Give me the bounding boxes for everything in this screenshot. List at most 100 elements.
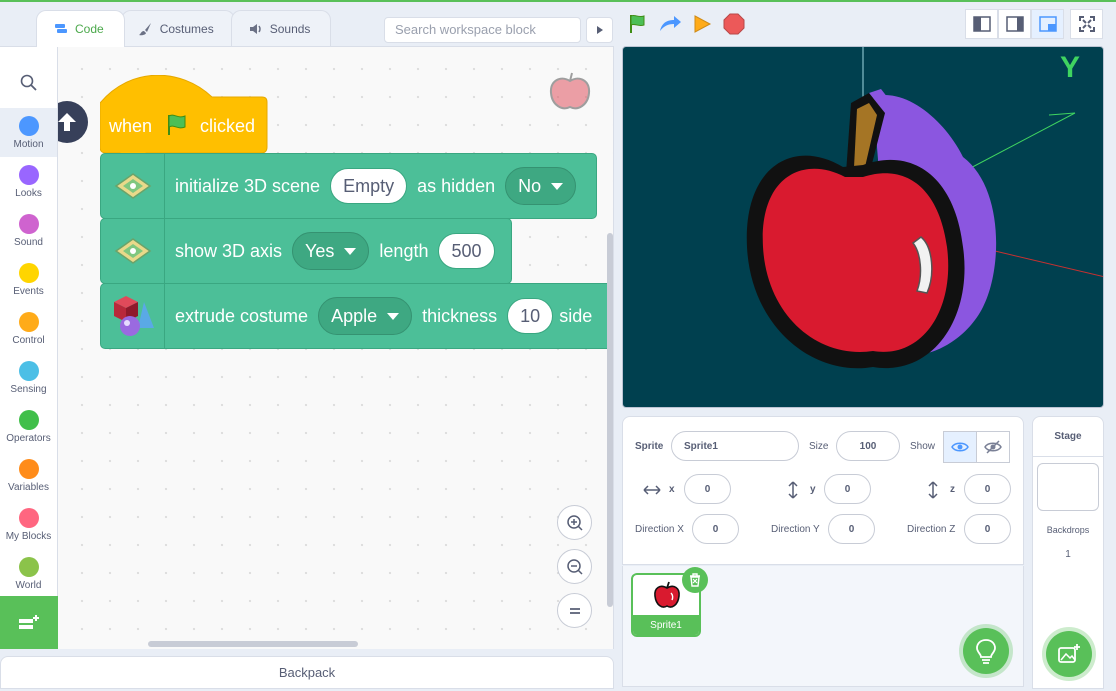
search-go-button[interactable]: [586, 17, 613, 43]
small-stage-icon: [972, 16, 991, 32]
scene-input[interactable]: Empty: [330, 168, 408, 204]
category-world[interactable]: World: [0, 549, 57, 598]
delete-sprite-button[interactable]: [682, 567, 708, 593]
hat-when-text: when: [109, 116, 153, 136]
category-label: Sound: [14, 236, 43, 248]
go-to-top-button[interactable]: [58, 101, 88, 143]
backpack-header[interactable]: Backpack: [0, 656, 614, 689]
category-motion[interactable]: Motion: [0, 108, 57, 157]
top-accent-line: [0, 0, 1116, 2]
zoom-in-button[interactable]: [557, 505, 592, 540]
code-workspace[interactable]: when clicked initialize 3D scene Empty a…: [58, 46, 614, 649]
sprite-hint-button[interactable]: [963, 628, 1009, 674]
hidden-dropdown[interactable]: No: [505, 167, 577, 205]
category-control[interactable]: Control: [0, 304, 57, 353]
horizontal-scrollbar[interactable]: [148, 641, 358, 647]
direction-z-input[interactable]: 0: [964, 514, 1011, 544]
category-my-blocks[interactable]: My Blocks: [0, 500, 57, 549]
direction-y-input[interactable]: 0: [828, 514, 875, 544]
direction-x-input[interactable]: 0: [692, 514, 739, 544]
y-input[interactable]: 0: [824, 474, 871, 504]
sound-dot-icon: [18, 213, 39, 234]
green-flag-button[interactable]: [625, 11, 651, 37]
events-dot-icon: [18, 262, 39, 283]
category-label: Control: [12, 334, 45, 346]
scene-icon: [101, 219, 165, 283]
play-button[interactable]: [689, 11, 715, 37]
vertical-scrollbar[interactable]: [607, 233, 613, 607]
stage-canvas[interactable]: Y: [622, 46, 1104, 408]
category-events[interactable]: Events: [0, 255, 57, 304]
category-looks[interactable]: Looks: [0, 157, 57, 206]
length-input[interactable]: 500: [438, 233, 495, 269]
lightbulb-icon: [976, 639, 996, 664]
x-input[interactable]: 0: [684, 474, 731, 504]
side-text: side: [559, 305, 593, 326]
sprite-label: Sprite: [635, 441, 664, 452]
size-input[interactable]: 100: [836, 431, 900, 461]
show-sprite-button[interactable]: [943, 431, 977, 463]
category-label: World: [15, 579, 42, 591]
apple-sprite-icon: [654, 581, 680, 608]
fullscreen-button[interactable]: [1070, 9, 1103, 39]
category-label: Sensing: [10, 383, 47, 395]
hide-sprite-button[interactable]: [976, 431, 1010, 463]
choose-backdrop-button[interactable]: [1046, 631, 1092, 677]
length-text: length: [379, 240, 429, 261]
extrude-costume-block[interactable]: extrude costume Apple thickness 10 side: [100, 283, 613, 349]
caret-down-icon: [387, 312, 400, 320]
layout-toggle-button[interactable]: [1031, 9, 1064, 39]
costume-dropdown-value: Apple: [331, 305, 378, 326]
sprite-name-input[interactable]: Sprite1: [671, 431, 799, 461]
large-stage-button[interactable]: [998, 9, 1031, 39]
tab-costumes[interactable]: Costumes: [120, 10, 235, 46]
z-input[interactable]: 0: [964, 474, 1011, 504]
tab-code[interactable]: Code: [36, 10, 125, 47]
workspace-search-input[interactable]: Search workspace block: [384, 17, 581, 43]
category-sensing[interactable]: Sensing: [0, 353, 57, 402]
thickness-text: thickness: [422, 305, 498, 326]
variables-dot-icon: [18, 458, 39, 479]
play-icon: [694, 15, 712, 33]
category-label: My Blocks: [5, 530, 52, 542]
category-search-button[interactable]: [0, 59, 57, 107]
category-operators[interactable]: Operators: [0, 402, 57, 451]
speaker-icon: [249, 23, 261, 34]
tab-costumes-label: Costumes: [159, 21, 214, 36]
motion-dot-icon: [18, 115, 39, 136]
category-label: Motion: [13, 138, 44, 150]
eye-icon: [951, 442, 969, 452]
zoom-out-button[interactable]: [557, 549, 592, 584]
costume-dropdown[interactable]: Apple: [318, 297, 413, 335]
add-extension-button[interactable]: [0, 596, 58, 649]
layout-icon: [1038, 16, 1057, 32]
when-flag-clicked-block[interactable]: when clicked: [99, 74, 268, 162]
stop-button[interactable]: [721, 11, 747, 37]
add-backdrop-icon: [1058, 644, 1080, 663]
category-label: Events: [13, 285, 44, 297]
initialize-3d-scene-block[interactable]: initialize 3D scene Empty as hidden No: [100, 153, 597, 219]
show-label: Show: [910, 441, 936, 452]
eye-off-icon: [984, 440, 1002, 454]
axis-dropdown[interactable]: Yes: [292, 232, 370, 270]
tab-sounds[interactable]: Sounds: [230, 10, 332, 46]
my-blocks-dot-icon: [18, 507, 39, 528]
category-variables[interactable]: Variables: [0, 451, 57, 500]
zoom-out-icon: [566, 558, 583, 575]
stage-selector[interactable]: Stage Backdrops 1: [1032, 416, 1104, 689]
small-stage-button[interactable]: [965, 9, 998, 39]
turbo-button[interactable]: [657, 11, 683, 37]
show-3d-axis-block[interactable]: show 3D axis Yes length 500: [100, 218, 512, 284]
zoom-reset-button[interactable]: [557, 593, 592, 628]
category-sound[interactable]: Sound: [0, 206, 57, 255]
editor-tabs: Code Costumes Sounds: [36, 10, 332, 47]
fullscreen-icon: [1078, 16, 1095, 32]
vertical-arrows-icon: [788, 481, 798, 499]
thickness-input[interactable]: 10: [507, 298, 554, 334]
caret-down-icon: [551, 182, 564, 190]
sprite-info-panel: Sprite Sprite1 Size 100 Show x 0 y 0 z 0…: [622, 416, 1024, 565]
looks-dot-icon: [18, 164, 39, 185]
show-axis-text: show 3D axis: [175, 240, 283, 261]
extrude-text: extrude costume: [175, 305, 309, 326]
play-triangle-icon: [596, 26, 603, 34]
